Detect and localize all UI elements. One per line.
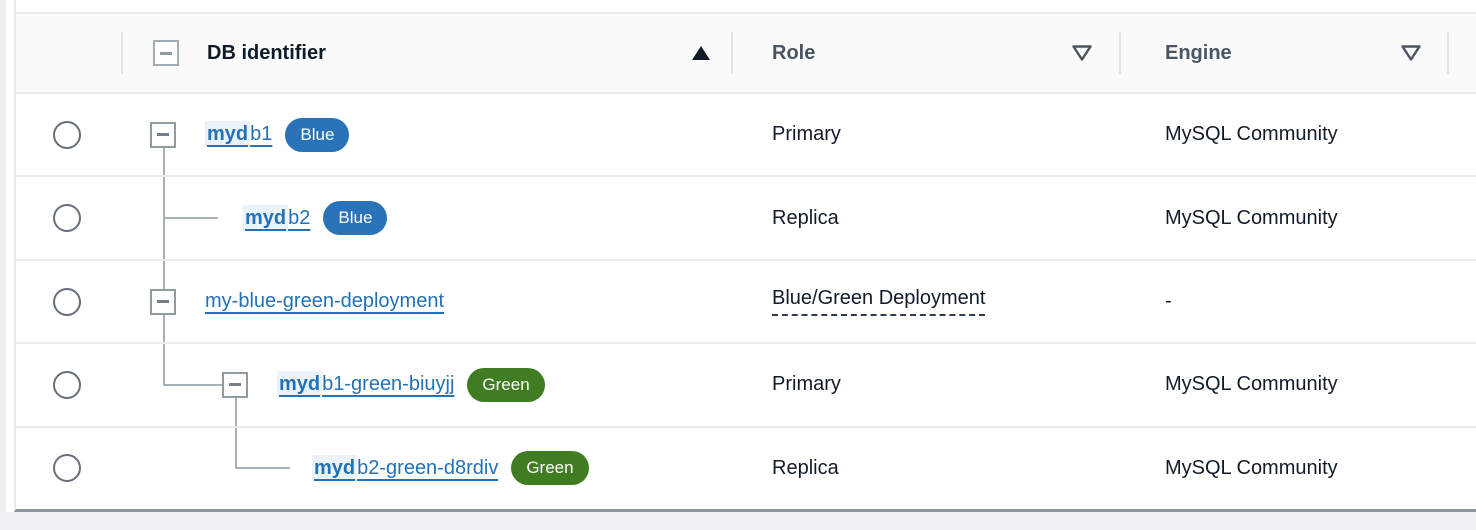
column-divider — [731, 32, 733, 74]
row-radio-button[interactable] — [53, 371, 81, 399]
engine-value: MySQL Community — [1165, 207, 1338, 230]
page-background-edge — [0, 0, 6, 530]
collapse-all-button[interactable] — [153, 40, 179, 66]
table-row: mydb1-green-biuyjj Green Primary MySQL C… — [16, 344, 1476, 427]
selection-column-header — [16, 14, 122, 92]
tree-connector-line — [163, 217, 218, 219]
collapse-row-button[interactable] — [150, 289, 176, 315]
engine-value: MySQL Community — [1165, 457, 1338, 480]
table-header-row: DB identifier Role Engine — [16, 14, 1476, 94]
role-value: Replica — [772, 207, 839, 230]
row-radio-button[interactable] — [53, 121, 81, 149]
minus-icon — [157, 133, 169, 136]
minus-icon — [157, 300, 169, 303]
table-row: mydb1 Blue Primary MySQL Community — [16, 94, 1476, 177]
column-header-role[interactable]: Role — [732, 14, 1120, 92]
tree-connector-line — [163, 315, 165, 343]
minus-icon — [229, 383, 241, 386]
page-background-bottom — [0, 512, 1476, 530]
db-instances-table-card: DB identifier Role Engine mydb1 — [14, 0, 1476, 512]
tree-connector-line — [163, 148, 165, 176]
db-identifier-link[interactable]: mydb1 — [205, 123, 272, 146]
tree-connector-line — [163, 344, 165, 386]
blue-badge: Blue — [285, 118, 349, 152]
table-row: mydb2 Blue Replica MySQL Community — [16, 177, 1476, 260]
row-radio-button[interactable] — [53, 454, 81, 482]
tree-connector-line — [163, 261, 165, 289]
table-row: mydb2-green-d8rdiv Green Replica MySQL C… — [16, 428, 1476, 509]
tree-connector-line — [235, 467, 290, 469]
sort-ascending-icon — [690, 44, 712, 62]
card-top-divider — [16, 0, 1476, 14]
green-badge: Green — [467, 368, 544, 402]
row-radio-button[interactable] — [53, 204, 81, 232]
db-identifier-link[interactable]: mydb2 — [243, 207, 310, 230]
db-identifier-link[interactable]: mydb2-green-d8rdiv — [312, 457, 498, 480]
column-header-db-identifier[interactable]: DB identifier — [122, 14, 732, 92]
engine-value: MySQL Community — [1165, 373, 1338, 396]
engine-value: MySQL Community — [1165, 123, 1338, 146]
sortable-icon — [1400, 44, 1422, 62]
collapse-row-button[interactable] — [222, 372, 248, 398]
table-row: my-blue-green-deployment Blue/Green Depl… — [16, 261, 1476, 344]
column-header-label: DB identifier — [207, 42, 326, 65]
role-value: Primary — [772, 373, 841, 396]
tree-connector-line — [163, 384, 222, 386]
collapse-row-button[interactable] — [150, 122, 176, 148]
column-divider — [121, 32, 123, 74]
table-body: mydb1 Blue Primary MySQL Community mydb2… — [16, 94, 1476, 509]
column-header-label: Role — [772, 42, 815, 65]
sortable-icon — [1071, 44, 1093, 62]
role-value-tooltip-trigger[interactable]: Blue/Green Deployment — [772, 287, 985, 316]
db-identifier-link[interactable]: mydb1-green-biuyjj — [277, 373, 454, 396]
column-header-label: Engine — [1165, 42, 1232, 65]
column-divider — [1447, 32, 1449, 74]
row-radio-button[interactable] — [53, 288, 81, 316]
engine-value: - — [1165, 290, 1172, 313]
db-identifier-link[interactable]: my-blue-green-deployment — [205, 290, 444, 313]
column-divider — [1119, 32, 1121, 74]
column-header-extra — [1448, 14, 1476, 92]
tree-connector-line — [235, 428, 237, 470]
green-badge: Green — [511, 451, 588, 485]
minus-icon — [160, 52, 172, 55]
tree-connector-line — [235, 398, 237, 426]
role-value: Replica — [772, 457, 839, 480]
blue-badge: Blue — [323, 201, 387, 235]
column-header-engine[interactable]: Engine — [1120, 14, 1448, 92]
role-value: Primary — [772, 123, 841, 146]
